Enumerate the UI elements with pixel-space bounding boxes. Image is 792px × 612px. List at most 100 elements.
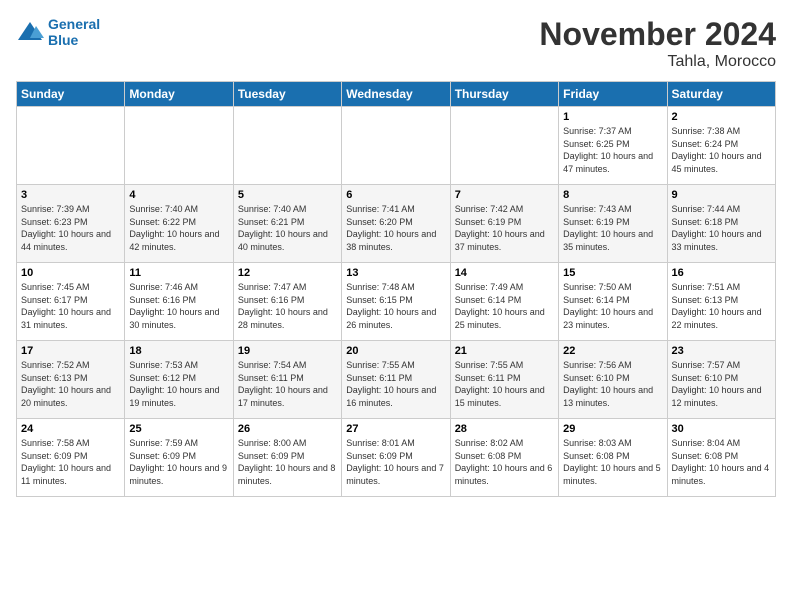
day-info: Sunrise: 7:53 AMSunset: 6:12 PMDaylight:… bbox=[129, 359, 228, 409]
day-number: 15 bbox=[563, 267, 662, 279]
day-number: 1 bbox=[563, 111, 662, 123]
day-number: 27 bbox=[346, 423, 445, 435]
weekday-header: Tuesday bbox=[233, 82, 341, 107]
day-info: Sunrise: 7:37 AMSunset: 6:25 PMDaylight:… bbox=[563, 125, 662, 175]
calendar-cell: 2Sunrise: 7:38 AMSunset: 6:24 PMDaylight… bbox=[667, 107, 775, 185]
calendar-cell: 14Sunrise: 7:49 AMSunset: 6:14 PMDayligh… bbox=[450, 263, 558, 341]
calendar-cell: 20 Sunrise: 7:55 AMSunset: 6:11 PMDayligh… bbox=[342, 341, 450, 419]
day-info: Sunrise: 8:03 AMSunset: 6:08 PMDaylight:… bbox=[563, 437, 662, 487]
calendar-cell: 27 Sunrise: 8:01 AMSunset: 6:09 PMDayligh… bbox=[342, 419, 450, 497]
calendar-cell: 16Sunrise: 7:51 AMSunset: 6:13 PMDayligh… bbox=[667, 263, 775, 341]
weekday-header: Saturday bbox=[667, 82, 775, 107]
day-info: Sunrise: 7:56 AMSunset: 6:10 PMDaylight:… bbox=[563, 359, 662, 409]
calendar-cell bbox=[450, 107, 558, 185]
calendar-cell bbox=[17, 107, 125, 185]
day-info: Sunrise: 7:42 AMSunset: 6:19 PMDaylight:… bbox=[455, 203, 554, 253]
calendar-cell: 21 Sunrise: 7:55 AMSunset: 6:11 PMDayligh… bbox=[450, 341, 558, 419]
day-number: 8 bbox=[563, 189, 662, 201]
location: Tahla, Morocco bbox=[539, 53, 776, 71]
day-number: 5 bbox=[238, 189, 337, 201]
day-info: Sunrise: 7:55 AMSunset: 6:11 PMDaylight:… bbox=[455, 359, 554, 409]
calendar-cell: 25 Sunrise: 7:59 AMSunset: 6:09 PMDayligh… bbox=[125, 419, 233, 497]
day-info: Sunrise: 7:45 AMSunset: 6:17 PMDaylight:… bbox=[21, 281, 120, 331]
calendar-cell: 22 Sunrise: 7:56 AMSunset: 6:10 PMDayligh… bbox=[559, 341, 667, 419]
day-info: Sunrise: 7:47 AMSunset: 6:16 PMDaylight:… bbox=[238, 281, 337, 331]
calendar-header-row: SundayMondayTuesdayWednesdayThursdayFrid… bbox=[17, 82, 776, 107]
day-info: Sunrise: 7:48 AMSunset: 6:15 PMDaylight:… bbox=[346, 281, 445, 331]
weekday-header: Wednesday bbox=[342, 82, 450, 107]
calendar-cell: 15 Sunrise: 7:50 AMSunset: 6:14 PMDayligh… bbox=[559, 263, 667, 341]
calendar-week-row: 3 Sunrise: 7:39 AMSunset: 6:23 PMDaylight… bbox=[17, 185, 776, 263]
day-number: 22 bbox=[563, 345, 662, 357]
calendar-week-row: 1 Sunrise: 7:37 AMSunset: 6:25 PMDaylight… bbox=[17, 107, 776, 185]
day-info: Sunrise: 7:43 AMSunset: 6:19 PMDaylight:… bbox=[563, 203, 662, 253]
month-title: November 2024 bbox=[539, 16, 776, 53]
day-info: Sunrise: 7:57 AMSunset: 6:10 PMDaylight:… bbox=[672, 359, 771, 409]
calendar-cell: 30 Sunrise: 8:04 AMSunset: 6:08 PMDayligh… bbox=[667, 419, 775, 497]
day-info: Sunrise: 8:00 AMSunset: 6:09 PMDaylight:… bbox=[238, 437, 337, 487]
day-number: 12 bbox=[238, 267, 337, 279]
day-number: 21 bbox=[455, 345, 554, 357]
day-number: 2 bbox=[672, 111, 771, 123]
calendar-cell: 6 Sunrise: 7:41 AMSunset: 6:20 PMDaylight… bbox=[342, 185, 450, 263]
day-number: 4 bbox=[129, 189, 228, 201]
calendar-week-row: 24Sunrise: 7:58 AMSunset: 6:09 PMDayligh… bbox=[17, 419, 776, 497]
day-info: Sunrise: 7:55 AMSunset: 6:11 PMDaylight:… bbox=[346, 359, 445, 409]
weekday-header: Monday bbox=[125, 82, 233, 107]
day-info: Sunrise: 7:50 AMSunset: 6:14 PMDaylight:… bbox=[563, 281, 662, 331]
day-number: 24 bbox=[21, 423, 120, 435]
day-info: Sunrise: 7:59 AMSunset: 6:09 PMDaylight:… bbox=[129, 437, 228, 487]
calendar-table: SundayMondayTuesdayWednesdayThursdayFrid… bbox=[16, 81, 776, 497]
day-number: 16 bbox=[672, 267, 771, 279]
calendar-cell: 5 Sunrise: 7:40 AMSunset: 6:21 PMDaylight… bbox=[233, 185, 341, 263]
day-number: 18 bbox=[129, 345, 228, 357]
logo-icon bbox=[16, 18, 44, 46]
weekday-header: Sunday bbox=[17, 82, 125, 107]
calendar-cell: 13 Sunrise: 7:48 AMSunset: 6:15 PMDayligh… bbox=[342, 263, 450, 341]
calendar-cell: 9 Sunrise: 7:44 AMSunset: 6:18 PMDaylight… bbox=[667, 185, 775, 263]
calendar-cell: 19Sunrise: 7:54 AMSunset: 6:11 PMDayligh… bbox=[233, 341, 341, 419]
calendar-cell: 11 Sunrise: 7:46 AMSunset: 6:16 PMDayligh… bbox=[125, 263, 233, 341]
weekday-header: Friday bbox=[559, 82, 667, 107]
page: General Blue November 2024 Tahla, Morocc… bbox=[0, 0, 792, 612]
calendar-cell: 4 Sunrise: 7:40 AMSunset: 6:22 PMDaylight… bbox=[125, 185, 233, 263]
day-info: Sunrise: 7:39 AMSunset: 6:23 PMDaylight:… bbox=[21, 203, 120, 253]
calendar-cell: 18 Sunrise: 7:53 AMSunset: 6:12 PMDayligh… bbox=[125, 341, 233, 419]
day-number: 7 bbox=[455, 189, 554, 201]
day-info: Sunrise: 7:46 AMSunset: 6:16 PMDaylight:… bbox=[129, 281, 228, 331]
calendar-cell: 7 Sunrise: 7:42 AMSunset: 6:19 PMDaylight… bbox=[450, 185, 558, 263]
day-info: Sunrise: 7:44 AMSunset: 6:18 PMDaylight:… bbox=[672, 203, 771, 253]
logo: General Blue bbox=[16, 16, 100, 48]
day-number: 30 bbox=[672, 423, 771, 435]
day-number: 10 bbox=[21, 267, 120, 279]
calendar-cell: 8 Sunrise: 7:43 AMSunset: 6:19 PMDaylight… bbox=[559, 185, 667, 263]
day-info: Sunrise: 8:01 AMSunset: 6:09 PMDaylight:… bbox=[346, 437, 445, 487]
day-number: 26 bbox=[238, 423, 337, 435]
calendar-cell: 10 Sunrise: 7:45 AMSunset: 6:17 PMDayligh… bbox=[17, 263, 125, 341]
calendar-cell: 12 Sunrise: 7:47 AMSunset: 6:16 PMDayligh… bbox=[233, 263, 341, 341]
day-info: Sunrise: 7:52 AMSunset: 6:13 PMDaylight:… bbox=[21, 359, 120, 409]
calendar-cell: 3 Sunrise: 7:39 AMSunset: 6:23 PMDaylight… bbox=[17, 185, 125, 263]
calendar-cell bbox=[233, 107, 341, 185]
calendar-cell: 24Sunrise: 7:58 AMSunset: 6:09 PMDayligh… bbox=[17, 419, 125, 497]
day-number: 20 bbox=[346, 345, 445, 357]
day-info: Sunrise: 7:41 AMSunset: 6:20 PMDaylight:… bbox=[346, 203, 445, 253]
day-number: 23 bbox=[672, 345, 771, 357]
day-number: 6 bbox=[346, 189, 445, 201]
day-number: 25 bbox=[129, 423, 228, 435]
day-info: Sunrise: 7:40 AMSunset: 6:21 PMDaylight:… bbox=[238, 203, 337, 253]
day-number: 9 bbox=[672, 189, 771, 201]
day-number: 3 bbox=[21, 189, 120, 201]
title-block: November 2024 Tahla, Morocco bbox=[539, 16, 776, 71]
calendar-cell bbox=[342, 107, 450, 185]
calendar-cell: 23 Sunrise: 7:57 AMSunset: 6:10 PMDayligh… bbox=[667, 341, 775, 419]
day-info: Sunrise: 8:04 AMSunset: 6:08 PMDaylight:… bbox=[672, 437, 771, 487]
header: General Blue November 2024 Tahla, Morocc… bbox=[16, 16, 776, 71]
calendar-cell: 28Sunrise: 8:02 AMSunset: 6:08 PMDayligh… bbox=[450, 419, 558, 497]
day-info: Sunrise: 7:40 AMSunset: 6:22 PMDaylight:… bbox=[129, 203, 228, 253]
calendar-cell: 26 Sunrise: 8:00 AMSunset: 6:09 PMDayligh… bbox=[233, 419, 341, 497]
calendar-cell bbox=[125, 107, 233, 185]
day-number: 11 bbox=[129, 267, 228, 279]
calendar-cell: 1 Sunrise: 7:37 AMSunset: 6:25 PMDaylight… bbox=[559, 107, 667, 185]
day-number: 13 bbox=[346, 267, 445, 279]
